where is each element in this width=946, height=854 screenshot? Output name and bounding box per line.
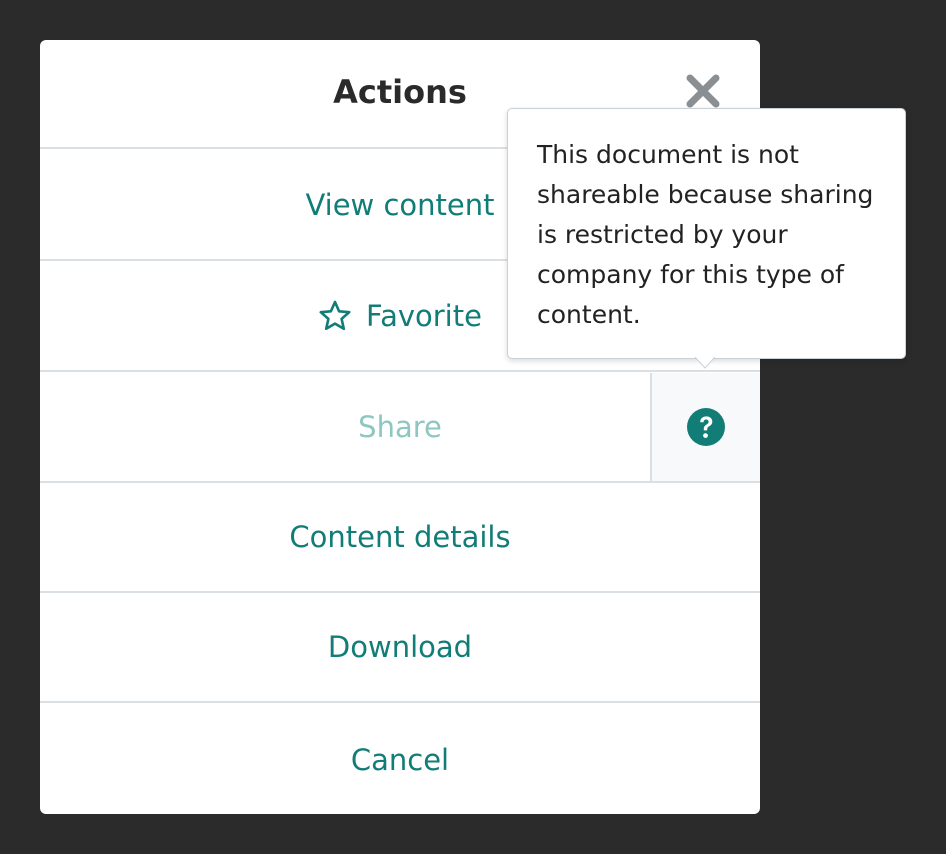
content-details-label: Content details [289, 520, 511, 554]
share-help-button[interactable] [650, 373, 760, 481]
close-button[interactable] [684, 72, 722, 110]
share-label: Share [358, 410, 442, 444]
star-icon [319, 300, 351, 331]
cancel-button[interactable]: Cancel [40, 705, 760, 814]
content-details-button[interactable]: Content details [40, 483, 760, 593]
favorite-label: Favorite [366, 299, 482, 333]
tooltip-arrow-icon [695, 357, 715, 369]
question-circle-icon [687, 408, 725, 446]
download-label: Download [327, 630, 473, 664]
share-row: Share [40, 373, 760, 483]
share-restricted-tooltip: This document is not shareable because s… [507, 108, 906, 369]
cancel-label: Cancel [350, 743, 450, 777]
favorite-content: Favorite [318, 298, 482, 334]
download-button[interactable]: Download [40, 593, 760, 703]
close-icon [686, 74, 720, 108]
view-content-label: View content [305, 188, 495, 222]
modal-title: Actions [333, 73, 467, 111]
tooltip-text: This document is not shareable because s… [537, 140, 874, 329]
